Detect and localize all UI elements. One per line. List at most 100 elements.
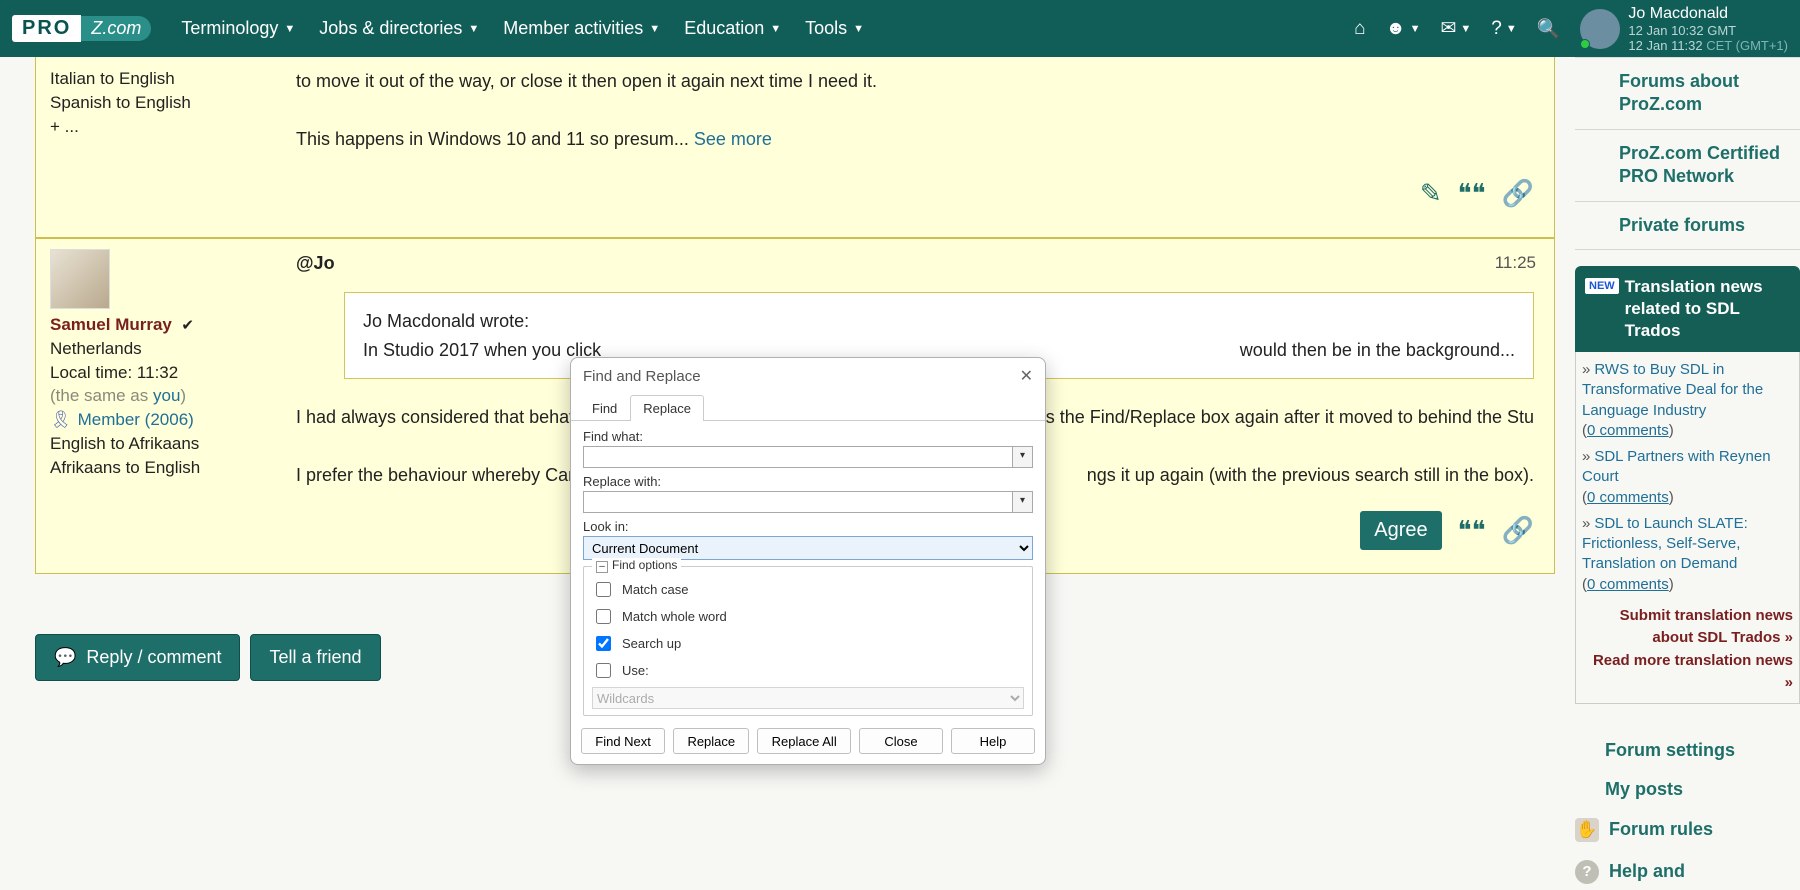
chevron-down-icon: ▼	[649, 23, 660, 35]
forum-rules-link[interactable]: ✋Forum rules	[1575, 812, 1800, 848]
question-icon: ?	[1575, 860, 1599, 884]
post-content: to move it out of the way, or close it t…	[276, 57, 1554, 237]
find-what-row: Find what: ▾	[583, 429, 1033, 468]
collapse-icon[interactable]: –	[596, 561, 608, 573]
tell-friend-button[interactable]: Tell a friend	[250, 634, 380, 681]
comments-link[interactable]: 0 comments	[1587, 576, 1669, 593]
quote-icon[interactable]: ❝❝	[1458, 173, 1486, 215]
news-link[interactable]: SDL to Launch SLATE: Frictionless, Self-…	[1582, 515, 1748, 573]
new-badge: NEW	[1585, 278, 1619, 294]
news-link[interactable]: SDL Partners with Reynen Court	[1582, 448, 1771, 485]
online-status-icon	[1580, 39, 1590, 49]
my-posts-link[interactable]: My posts	[1575, 773, 1800, 806]
post-actions: ✎ ❝❝ 🔗	[296, 173, 1534, 215]
menu-jobs[interactable]: Jobs & directories▼	[319, 18, 479, 39]
author-name-row: Samuel Murray ✔	[50, 313, 262, 337]
menu-education[interactable]: Education▼	[684, 18, 781, 39]
menu-member-activities[interactable]: Member activities▼	[503, 18, 660, 39]
match-whole-input[interactable]	[596, 609, 611, 624]
match-whole-checkbox[interactable]: Match whole word	[592, 606, 1024, 627]
find-what-label: Find what:	[583, 429, 1033, 444]
match-case-checkbox[interactable]: Match case	[592, 579, 1024, 600]
forum-post: Italian to English Spanish to English + …	[35, 57, 1555, 238]
author-photo[interactable]	[50, 249, 110, 309]
mail-icon[interactable]: ✉ ▼	[1440, 17, 1471, 40]
dialog-tabs: Find Replace	[571, 394, 1045, 421]
side-links: Forums about ProZ.com ProZ.com Certified…	[1575, 57, 1800, 250]
read-more-news-link[interactable]: Read more translation news »	[1582, 650, 1793, 695]
verified-icon: ✔	[181, 317, 194, 334]
use-select: Wildcards	[592, 687, 1024, 709]
close-button[interactable]: Close	[859, 728, 943, 754]
side-link[interactable]: ProZ.com Certified PRO Network	[1575, 130, 1800, 202]
comments-link[interactable]: 0 comments	[1587, 489, 1669, 506]
user-text: Jo Macdonald 12 Jan 10:32 GMT 12 Jan 11:…	[1628, 5, 1788, 53]
you-link[interactable]: you	[153, 386, 180, 405]
edit-icon[interactable]: ✎	[1420, 173, 1442, 215]
news-link[interactable]: RWS to Buy SDL in Transformative Deal fo…	[1582, 361, 1763, 419]
face-icon[interactable]: ☻ ▼	[1386, 18, 1421, 40]
hand-icon: ✋	[1575, 818, 1599, 842]
tab-replace[interactable]: Replace	[630, 395, 704, 421]
see-more-link[interactable]: See more	[694, 129, 772, 149]
link-icon[interactable]: 🔗	[1502, 173, 1534, 215]
logo-text-1: PRO	[12, 15, 81, 42]
post-body-line: This happens in Windows 10 and 11 so pre…	[296, 125, 1534, 154]
close-icon[interactable]: ✕	[1020, 366, 1033, 386]
post-author-col: Samuel Murray ✔ Netherlands Local time: …	[36, 239, 276, 573]
dialog-titlebar[interactable]: Find and Replace ✕	[571, 358, 1045, 394]
author-name[interactable]: Samuel Murray	[50, 315, 172, 334]
author-lang: Italian to English	[50, 67, 262, 91]
help-button[interactable]: Help	[951, 728, 1035, 754]
submit-news-link[interactable]: Submit translation news about SDL Trados…	[1582, 605, 1793, 650]
user-block[interactable]: Jo Macdonald 12 Jan 10:32 GMT 12 Jan 11:…	[1580, 5, 1788, 53]
help-link[interactable]: ?Help and	[1575, 854, 1800, 890]
logo[interactable]: PRO Z.com	[12, 15, 151, 42]
user-time-1: 12 Jan 10:32 GMT	[1628, 23, 1788, 38]
replace-all-button[interactable]: Replace All	[757, 728, 851, 754]
author-lang: Afrikaans to English	[50, 456, 262, 480]
home-icon[interactable]: ⌂	[1354, 18, 1365, 40]
replace-with-row: Replace with: ▾	[583, 474, 1033, 513]
member-link[interactable]: Member (2006)	[78, 410, 194, 429]
author-localtime: Local time: 11:32	[50, 361, 262, 385]
look-in-select[interactable]: Current Document	[583, 536, 1033, 560]
forum-settings-link[interactable]: Forum settings	[1575, 734, 1800, 767]
search-up-checkbox[interactable]: Search up	[592, 633, 1024, 654]
dropdown-icon[interactable]: ▾	[1013, 446, 1033, 468]
news-body: »RWS to Buy SDL in Transformative Deal f…	[1575, 352, 1800, 704]
post-subject: @Jo	[296, 249, 1534, 278]
replace-with-input[interactable]	[583, 491, 1013, 513]
menu-tools[interactable]: Tools▼	[805, 18, 864, 39]
use-input[interactable]	[596, 663, 611, 678]
chevron-down-icon: ▼	[1410, 23, 1421, 35]
news-item: »RWS to Buy SDL in Transformative Deal f…	[1582, 360, 1793, 441]
reply-button[interactable]: 💬Reply / comment	[35, 634, 240, 681]
quote-icon[interactable]: ❝❝	[1458, 510, 1486, 552]
right-sidebar: Forums about ProZ.com ProZ.com Certified…	[1575, 57, 1800, 890]
tab-find[interactable]: Find	[579, 395, 630, 421]
menu-terminology[interactable]: Terminology▼	[181, 18, 295, 39]
avatar	[1580, 9, 1620, 49]
author-lang-more[interactable]: + ...	[50, 115, 262, 139]
search-icon[interactable]: 🔍	[1537, 17, 1561, 41]
dropdown-icon[interactable]: ▾	[1013, 491, 1033, 513]
post-time: 11:25	[1495, 249, 1536, 276]
find-next-button[interactable]: Find Next	[581, 728, 665, 754]
side-link[interactable]: Forums about ProZ.com	[1575, 58, 1800, 130]
agree-button[interactable]: Agree	[1360, 511, 1441, 550]
side-link[interactable]: Private forums	[1575, 202, 1800, 250]
replace-button[interactable]: Replace	[673, 728, 749, 754]
link-icon[interactable]: 🔗	[1502, 510, 1534, 552]
top-nav: PRO Z.com Terminology▼ Jobs & directorie…	[0, 0, 1800, 57]
search-up-input[interactable]	[596, 636, 611, 651]
find-what-input[interactable]	[583, 446, 1013, 468]
help-icon[interactable]: ? ▼	[1491, 18, 1516, 40]
use-checkbox[interactable]: Use:	[592, 660, 1024, 681]
comments-link[interactable]: 0 comments	[1587, 422, 1669, 439]
dialog-title: Find and Replace	[583, 368, 701, 385]
chevron-down-icon: ▼	[284, 23, 295, 35]
match-case-input[interactable]	[596, 582, 611, 597]
look-in-row: Look in: Current Document	[583, 519, 1033, 560]
look-in-label: Look in:	[583, 519, 1033, 534]
